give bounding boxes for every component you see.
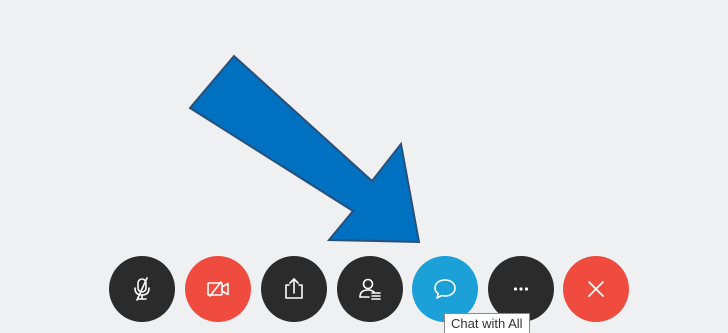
- mute-button[interactable]: [109, 256, 175, 322]
- chat-bubble-icon: [434, 279, 456, 299]
- meeting-controls-toolbar: [109, 256, 637, 322]
- video-off-icon: [207, 281, 229, 297]
- share-button[interactable]: [261, 256, 327, 322]
- microphone-muted-icon: [134, 277, 150, 301]
- close-icon: [588, 281, 604, 297]
- video-button[interactable]: [185, 256, 251, 322]
- leave-meeting-button[interactable]: [563, 256, 629, 322]
- meeting-stage: Chat with All: [0, 0, 728, 333]
- participants-button[interactable]: [337, 256, 403, 322]
- pointer-arrow-shape: [188, 54, 421, 244]
- chat-tooltip: Chat with All: [444, 313, 530, 333]
- more-options-icon: [513, 287, 529, 291]
- share-upload-icon: [285, 278, 303, 299]
- participants-icon: [359, 278, 381, 300]
